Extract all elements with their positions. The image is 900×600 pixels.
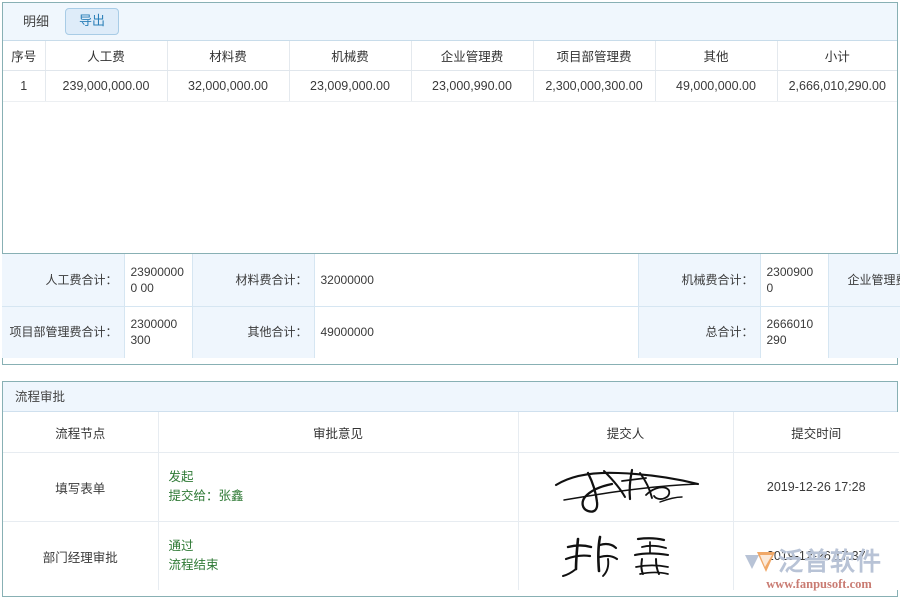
wf-opinion: 发起 提交给：张鑫	[158, 452, 519, 522]
wf-opinion-line-2: 提交给：张鑫	[168, 489, 244, 503]
col-header-material[interactable]: 材料费	[167, 41, 290, 71]
cell-subtotal: 2,666,010,290.00	[777, 70, 897, 102]
wf-opinion-line-1: 发起	[168, 470, 194, 484]
cell-machinery: 23,009,000.00	[289, 70, 412, 102]
workflow-table: 流程节点 审批意见 提交人 提交时间 填写表单 发起 提交给：张鑫 2019-1…	[3, 412, 899, 590]
col-header-other[interactable]: 其他	[655, 41, 778, 71]
cost-detail-table: 序号 人工费 材料费 机械费 企业管理费 项目部管理费 其他 小计 1 239,…	[3, 41, 897, 102]
summary-row-1: 人工费合计： 239000000 00 材料费合计： 32000000 机械费合…	[2, 254, 900, 307]
workflow-approval-panel: 流程审批 流程节点 审批意见 提交人 提交时间 填写表单 发起 提交给：张鑫 2…	[2, 381, 899, 597]
wf-node-name: 填写表单	[3, 452, 159, 522]
summary-label-other-total: 其他合计：	[192, 306, 315, 358]
cell-index: 1	[3, 70, 46, 102]
tab-detail[interactable]: 明细	[13, 4, 59, 40]
cell-project-dept-mgmt: 2,300,000,300.00	[533, 70, 656, 102]
wf-submit-time: 2019-12-26 17:37	[733, 521, 899, 590]
workflow-header-row: 流程节点 审批意见 提交人 提交时间	[3, 412, 899, 453]
wf-submitter-signature-cell	[518, 452, 734, 522]
wf-opinion-line-2: 流程结束	[168, 558, 219, 572]
summary-value-machinery-total: 2300900 0	[760, 254, 829, 307]
wf-submitter-signature-cell	[518, 521, 734, 590]
wf-col-header-node: 流程节点	[3, 412, 159, 453]
workflow-row: 部门经理审批 通过 流程结束 2019-12-26 17:37	[3, 521, 899, 590]
summary-value-material-total: 32000000	[314, 254, 639, 307]
col-header-enterprise-mgmt[interactable]: 企业管理费	[411, 41, 534, 71]
wf-opinion-line-1: 通过	[168, 539, 194, 553]
col-header-index[interactable]: 序号	[3, 41, 46, 71]
summary-row-2: 项目部管理费合计： 2300000 300 其他合计： 49000000 总合计…	[2, 306, 900, 358]
cell-labor: 239,000,000.00	[45, 70, 168, 102]
summary-label-empty	[828, 306, 900, 358]
summary-label-enterprise-mgmt-total: 企业管理费合计：	[828, 254, 900, 307]
col-header-machinery[interactable]: 机械费	[289, 41, 412, 71]
summary-grid: 人工费合计： 239000000 00 材料费合计： 32000000 机械费合…	[2, 254, 900, 358]
cell-other: 49,000,000.00	[655, 70, 778, 102]
col-header-labor[interactable]: 人工费	[45, 41, 168, 71]
col-header-subtotal[interactable]: 小计	[777, 41, 897, 71]
summary-value-other-total: 49000000	[314, 306, 639, 358]
wf-col-header-submitter: 提交人	[518, 412, 734, 453]
summary-label-labor-total: 人工费合计：	[2, 254, 125, 307]
summary-value-labor-total: 239000000 00	[124, 254, 193, 307]
summary-value-project-dept-mgmt-total: 2300000 300	[124, 306, 193, 358]
summary-totals-panel: 人工费合计： 239000000 00 材料费合计： 32000000 机械费合…	[2, 253, 900, 358]
wf-col-header-time: 提交时间	[733, 412, 899, 453]
cell-material: 32,000,000.00	[167, 70, 290, 102]
summary-label-project-dept-mgmt-total: 项目部管理费合计：	[2, 306, 125, 358]
summary-label-material-total: 材料费合计：	[192, 254, 315, 307]
signature-image-zhang-xin	[561, 535, 669, 577]
summary-label-machinery-total: 机械费合计：	[638, 254, 761, 307]
wf-node-name: 部门经理审批	[3, 521, 159, 590]
detail-toolbar: 明细 导出	[3, 3, 897, 41]
signature-image-li-zhiming	[554, 468, 699, 513]
workflow-row: 填写表单 发起 提交给：张鑫 2019-12-26 17:28	[3, 452, 899, 522]
wf-submit-time: 2019-12-26 17:28	[733, 452, 899, 522]
cell-enterprise-mgmt: 23,000,990.00	[411, 70, 534, 102]
summary-value-grand-total: 2666010 290	[760, 306, 829, 358]
table-row[interactable]: 1 239,000,000.00 32,000,000.00 23,009,00…	[3, 70, 897, 102]
wf-col-header-opinion: 审批意见	[158, 412, 519, 453]
workflow-section-title: 流程审批	[3, 382, 897, 412]
wf-opinion: 通过 流程结束	[158, 521, 519, 590]
table-header-row: 序号 人工费 材料费 机械费 企业管理费 项目部管理费 其他 小计	[3, 41, 897, 71]
col-header-project-dept-mgmt[interactable]: 项目部管理费	[533, 41, 656, 71]
summary-label-grand-total: 总合计：	[638, 306, 761, 358]
export-button[interactable]: 导出	[65, 8, 120, 35]
